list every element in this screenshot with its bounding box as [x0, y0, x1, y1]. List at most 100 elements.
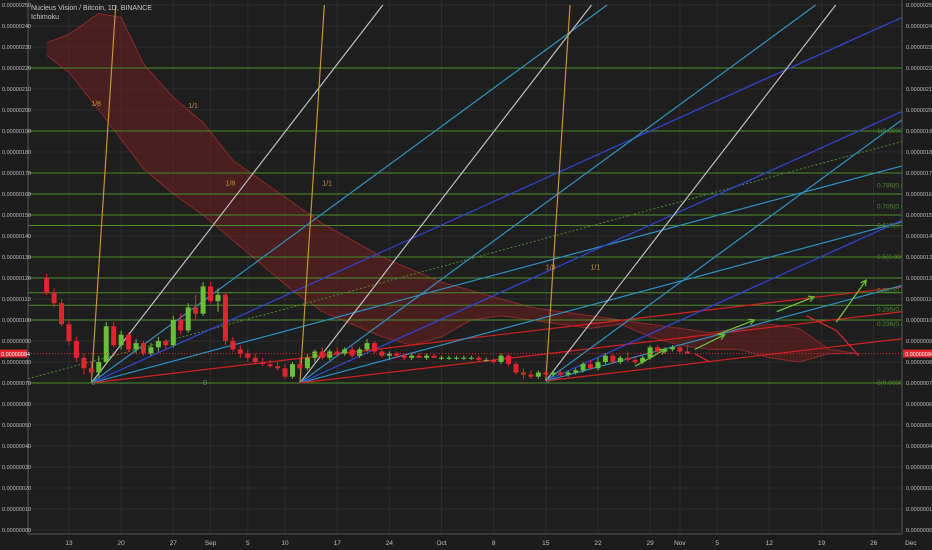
x-tick-label: 29	[646, 540, 654, 547]
y-tick-label-right: 0.00000170	[906, 171, 932, 177]
candle-body	[312, 351, 318, 358]
y-tick-label-right: 0.00000140	[906, 234, 932, 240]
price-chart[interactable]: 1/8 1/11/8 1/11/8 1/10 0 01(0.00000190)0.786(…	[0, 0, 932, 550]
price-badge-right-text: 0.00000084	[905, 352, 932, 358]
candle-body	[170, 320, 176, 346]
candle-body	[573, 370, 579, 373]
x-tick-label: Oct	[436, 540, 446, 547]
candle-body	[185, 307, 191, 331]
y-tick-label-right: 0.00000040	[906, 444, 932, 450]
x-tick-label: 22	[594, 540, 602, 547]
y-tick-label-right: 0.00000240	[906, 24, 932, 30]
candle-body	[506, 355, 512, 365]
candle-body	[163, 341, 169, 346]
gann-fan-label: 1/8	[225, 181, 235, 188]
candle-body	[178, 320, 184, 331]
candle-body	[424, 355, 430, 358]
y-tick-label-left: 0.00000110	[2, 297, 31, 303]
y-tick-label-left: 0.00000020	[2, 486, 31, 492]
y-tick-label-right: 0.00000050	[906, 423, 932, 429]
candle-body	[51, 292, 57, 304]
candle-body	[148, 347, 154, 354]
candle-body	[88, 368, 94, 373]
x-tick-label: 8	[492, 540, 496, 547]
y-tick-label-right: 0.00000210	[906, 87, 932, 93]
x-tick-label: 13	[65, 540, 73, 547]
candle-body	[237, 349, 243, 354]
candle-body	[155, 341, 161, 348]
y-tick-label-left: 0.00000140	[2, 234, 31, 240]
candle-body	[357, 349, 363, 356]
candle-body	[558, 372, 564, 375]
gann-fan-label: 1/1	[188, 103, 198, 110]
y-tick-label-left: 0.00000160	[2, 192, 31, 198]
y-tick-label-right: 0.00000090	[906, 339, 932, 345]
y-tick-label-right: 0.00000250	[906, 3, 932, 9]
y-tick-label-right: 0.00000060	[906, 402, 932, 408]
candle-body	[282, 368, 288, 377]
candle-body	[290, 364, 295, 377]
candle-body	[476, 357, 482, 360]
candle-body	[208, 286, 214, 302]
candle-body	[439, 357, 444, 359]
y-tick-label-left: 0.00000080	[2, 360, 31, 366]
candle-body	[252, 357, 258, 362]
candle-body	[66, 324, 72, 341]
candle-body	[200, 286, 206, 314]
candle-body	[550, 372, 556, 375]
y-tick-label-left: 0.00000200	[2, 108, 31, 114]
candle-body	[677, 347, 683, 352]
candle-body	[297, 364, 303, 369]
x-tick-label: Sep	[205, 540, 217, 547]
y-tick-label-right: 0.00000100	[906, 318, 932, 324]
candle-body	[81, 357, 87, 369]
y-tick-label-right: 0.00000150	[906, 213, 932, 219]
anchor-label: 0	[91, 380, 95, 387]
candle-body	[580, 364, 586, 371]
candle-body	[364, 343, 370, 350]
candle-body	[118, 334, 124, 346]
x-tick-label: 24	[386, 540, 394, 547]
y-tick-label-right: 0.00000110	[906, 297, 932, 303]
candle-body	[193, 307, 199, 314]
y-tick-label-right: 0.00000180	[906, 150, 932, 156]
candle-body	[513, 364, 519, 373]
y-tick-label-right: 0.00000230	[906, 45, 932, 51]
y-tick-label-right: 0.00000130	[906, 255, 932, 261]
y-tick-label-right: 0.00000030	[906, 465, 932, 471]
candle-body	[73, 341, 79, 358]
candle-body	[483, 359, 489, 361]
x-tick-label: 27	[170, 540, 178, 547]
candle-body	[222, 294, 228, 341]
chart-title: Nucleus Vision / Bitcoin, 1D, BINANCE	[31, 5, 152, 12]
y-tick-label-left: 0.00000100	[2, 318, 31, 324]
y-tick-label-left: 0.00000120	[2, 276, 31, 282]
y-tick-label-right: 0.00000070	[906, 381, 932, 387]
y-tick-label-right: 0.00000200	[906, 108, 932, 114]
candle-body	[215, 294, 221, 302]
candle-body	[431, 355, 437, 358]
x-tick-label: 17	[334, 540, 342, 547]
candle-body	[520, 372, 526, 375]
y-tick-label-left: 0.00000070	[2, 381, 31, 387]
y-tick-label-left: 0.00000220	[2, 66, 31, 72]
candle-body	[416, 355, 422, 358]
candle-body	[44, 278, 50, 293]
candle-body	[565, 372, 571, 375]
gann-fan-label: 1/8	[91, 101, 101, 108]
candle-body	[588, 364, 593, 369]
candle-body	[617, 357, 623, 362]
bottom-axis	[0, 534, 932, 550]
candle-body	[379, 351, 385, 356]
gann-fan-label: 1/1	[322, 181, 332, 188]
candle-body	[371, 343, 377, 352]
candle-body	[141, 343, 146, 354]
x-tick-label: 12	[766, 540, 774, 547]
y-tick-label-right: 0.00000220	[906, 66, 932, 72]
candle-body	[535, 372, 541, 377]
candle-body	[491, 359, 497, 362]
candle-body	[461, 357, 467, 359]
candle-body	[126, 334, 132, 350]
y-tick-label-right: 0.00000190	[906, 129, 932, 135]
candle-body	[304, 357, 310, 369]
